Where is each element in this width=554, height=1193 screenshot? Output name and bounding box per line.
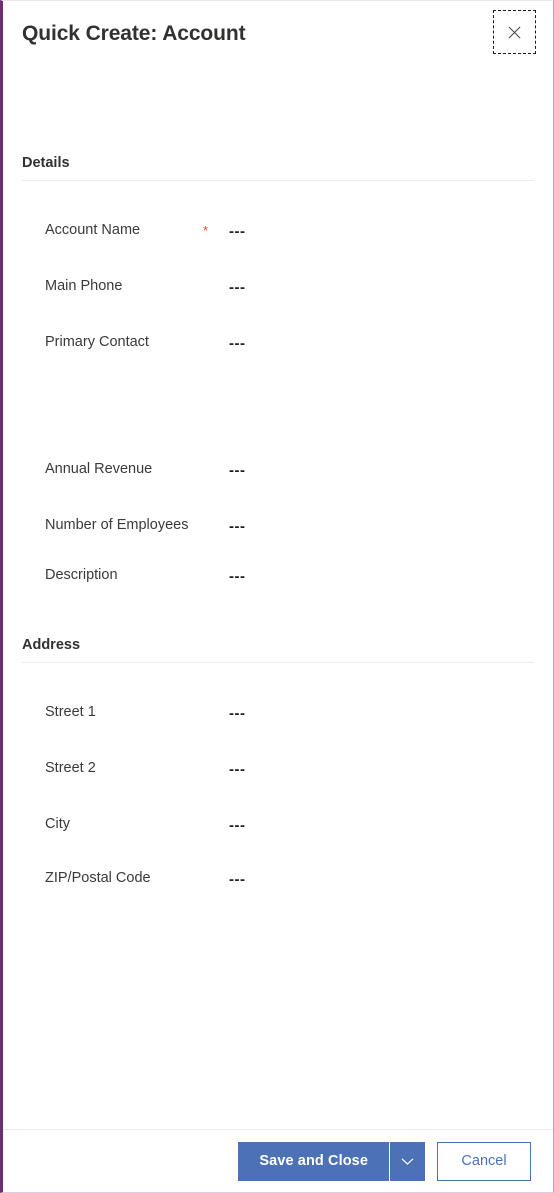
field-value-number-of-employees[interactable]: --- — [229, 516, 246, 536]
required-indicator-number-of-employees — [203, 516, 229, 519]
cancel-button[interactable]: Cancel — [437, 1141, 531, 1181]
field-row-city[interactable]: City --- — [3, 815, 553, 835]
required-indicator-annual-revenue — [203, 460, 229, 463]
field-value-street-2[interactable]: --- — [229, 759, 246, 779]
field-row-street-1[interactable]: Street 1 --- — [3, 703, 553, 723]
field-row-zip-postal-code[interactable]: ZIP/Postal Code --- — [3, 869, 553, 889]
field-label-annual-revenue: Annual Revenue — [45, 461, 153, 477]
section-header-details: Details — [22, 155, 70, 171]
field-value-main-phone[interactable]: --- — [229, 277, 246, 297]
field-label-street-1: Street 1 — [45, 704, 96, 720]
save-and-close-button[interactable]: Save and Close — [238, 1141, 389, 1181]
field-label-description: Description — [45, 567, 118, 583]
quick-create-panel: Quick Create: Account Details Account Na… — [0, 0, 554, 1193]
required-indicator-description — [203, 566, 229, 569]
field-row-annual-revenue[interactable]: Annual Revenue --- — [3, 460, 553, 480]
field-label-city: City — [45, 816, 70, 832]
section-divider-address — [22, 662, 534, 663]
field-label-main-phone: Main Phone — [45, 278, 123, 294]
page-title: Quick Create: Account — [22, 22, 246, 46]
section-divider-details — [22, 180, 534, 181]
field-value-street-1[interactable]: --- — [229, 703, 246, 723]
field-label-street-2: Street 2 — [45, 760, 96, 776]
field-label-primary-contact: Primary Contact — [45, 334, 149, 350]
field-value-annual-revenue[interactable]: --- — [229, 460, 246, 480]
required-indicator-zip-postal-code — [203, 869, 229, 872]
required-indicator-main-phone — [203, 277, 229, 280]
required-indicator-street-1 — [203, 703, 229, 706]
panel-header: Quick Create: Account — [3, 1, 553, 67]
field-row-number-of-employees[interactable]: Number of Employees --- — [3, 516, 553, 536]
field-row-account-name[interactable]: Account Name * --- — [3, 221, 553, 241]
field-value-description[interactable]: --- — [229, 566, 246, 586]
required-indicator-primary-contact — [203, 333, 229, 336]
field-row-street-2[interactable]: Street 2 --- — [3, 759, 553, 779]
field-row-description[interactable]: Description --- — [3, 566, 553, 586]
field-value-city[interactable]: --- — [229, 815, 246, 835]
form-body: Details Account Name * --- Main Phone --… — [3, 67, 553, 1129]
close-icon — [507, 25, 522, 40]
field-row-main-phone[interactable]: Main Phone --- — [3, 277, 553, 297]
field-row-primary-contact[interactable]: Primary Contact --- — [3, 333, 553, 353]
required-indicator-city — [203, 815, 229, 818]
panel-footer: Save and Close Cancel — [3, 1129, 553, 1192]
field-value-zip-postal-code[interactable]: --- — [229, 869, 246, 889]
section-header-address: Address — [22, 637, 81, 653]
chevron-down-icon — [401, 1157, 414, 1166]
field-label-number-of-employees: Number of Employees — [45, 517, 189, 533]
required-indicator-street-2 — [203, 759, 229, 762]
close-button[interactable] — [493, 10, 536, 54]
save-options-button[interactable] — [389, 1141, 425, 1181]
field-value-account-name[interactable]: --- — [229, 221, 246, 241]
field-label-zip-postal-code: ZIP/Postal Code — [45, 870, 151, 886]
save-and-close-split-button: Save and Close — [238, 1141, 425, 1181]
field-value-primary-contact[interactable]: --- — [229, 333, 246, 353]
field-label-account-name: Account Name — [45, 222, 141, 238]
required-indicator-account-name: * — [203, 223, 209, 238]
